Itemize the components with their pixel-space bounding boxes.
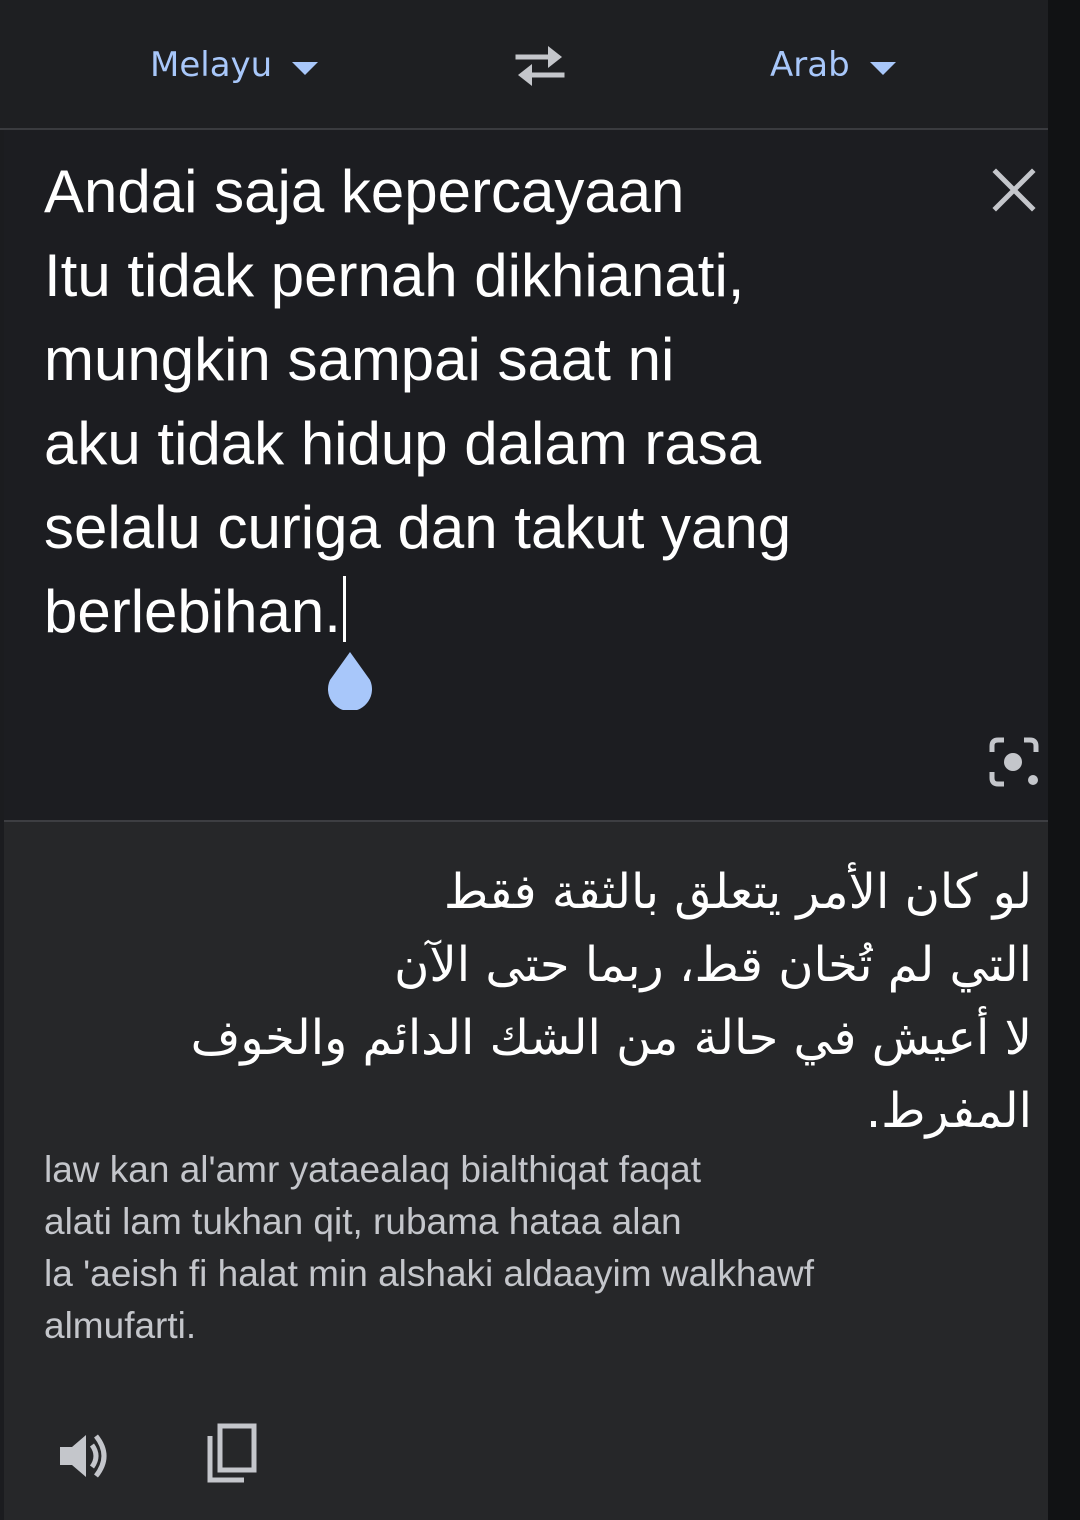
source-text-input[interactable]: Andai saja kepercayaan Itu tidak pernah … bbox=[44, 150, 944, 654]
close-icon bbox=[992, 168, 1036, 212]
dropdown-arrow-icon bbox=[292, 61, 319, 75]
language-bar: Melayu Arab bbox=[0, 0, 1080, 130]
transliteration-text: law kan al'amr yataealaq bialthiqat faqa… bbox=[44, 1149, 815, 1346]
dropdown-arrow-icon bbox=[869, 61, 896, 75]
swap-languages-button[interactable] bbox=[510, 40, 570, 90]
speaker-icon bbox=[60, 1434, 107, 1478]
translation-text: لو كان الأمر يتعلق بالثقة فقط التي لم تُ… bbox=[190, 864, 1032, 1139]
translation-result-panel: لو كان الأمر يتعلق بالثقة فقط التي لم تُ… bbox=[4, 822, 1048, 1520]
screen-edge bbox=[1048, 0, 1080, 1520]
copy-icon bbox=[207, 1423, 257, 1483]
lens-camera-icon bbox=[989, 737, 1039, 787]
source-language-label: Melayu bbox=[150, 45, 273, 85]
source-input-panel[interactable]: Andai saja kepercayaan Itu tidak pernah … bbox=[4, 130, 1048, 820]
copy-translation-button[interactable] bbox=[202, 1422, 262, 1486]
cursor-handle[interactable] bbox=[324, 650, 376, 710]
text-cursor bbox=[342, 576, 346, 642]
swap-arrows-icon bbox=[515, 46, 565, 86]
clear-text-button[interactable] bbox=[992, 168, 1036, 212]
translate-screen: Melayu Arab Andai saja kepercayaan Itu t… bbox=[0, 0, 1080, 1520]
camera-translate-button[interactable] bbox=[986, 734, 1042, 790]
source-language-selector[interactable]: Melayu bbox=[150, 40, 319, 90]
target-language-selector[interactable]: Arab bbox=[770, 40, 896, 90]
listen-button[interactable] bbox=[56, 1428, 116, 1484]
target-language-label: Arab bbox=[770, 45, 850, 85]
source-text: Andai saja kepercayaan Itu tidak pernah … bbox=[44, 158, 792, 645]
